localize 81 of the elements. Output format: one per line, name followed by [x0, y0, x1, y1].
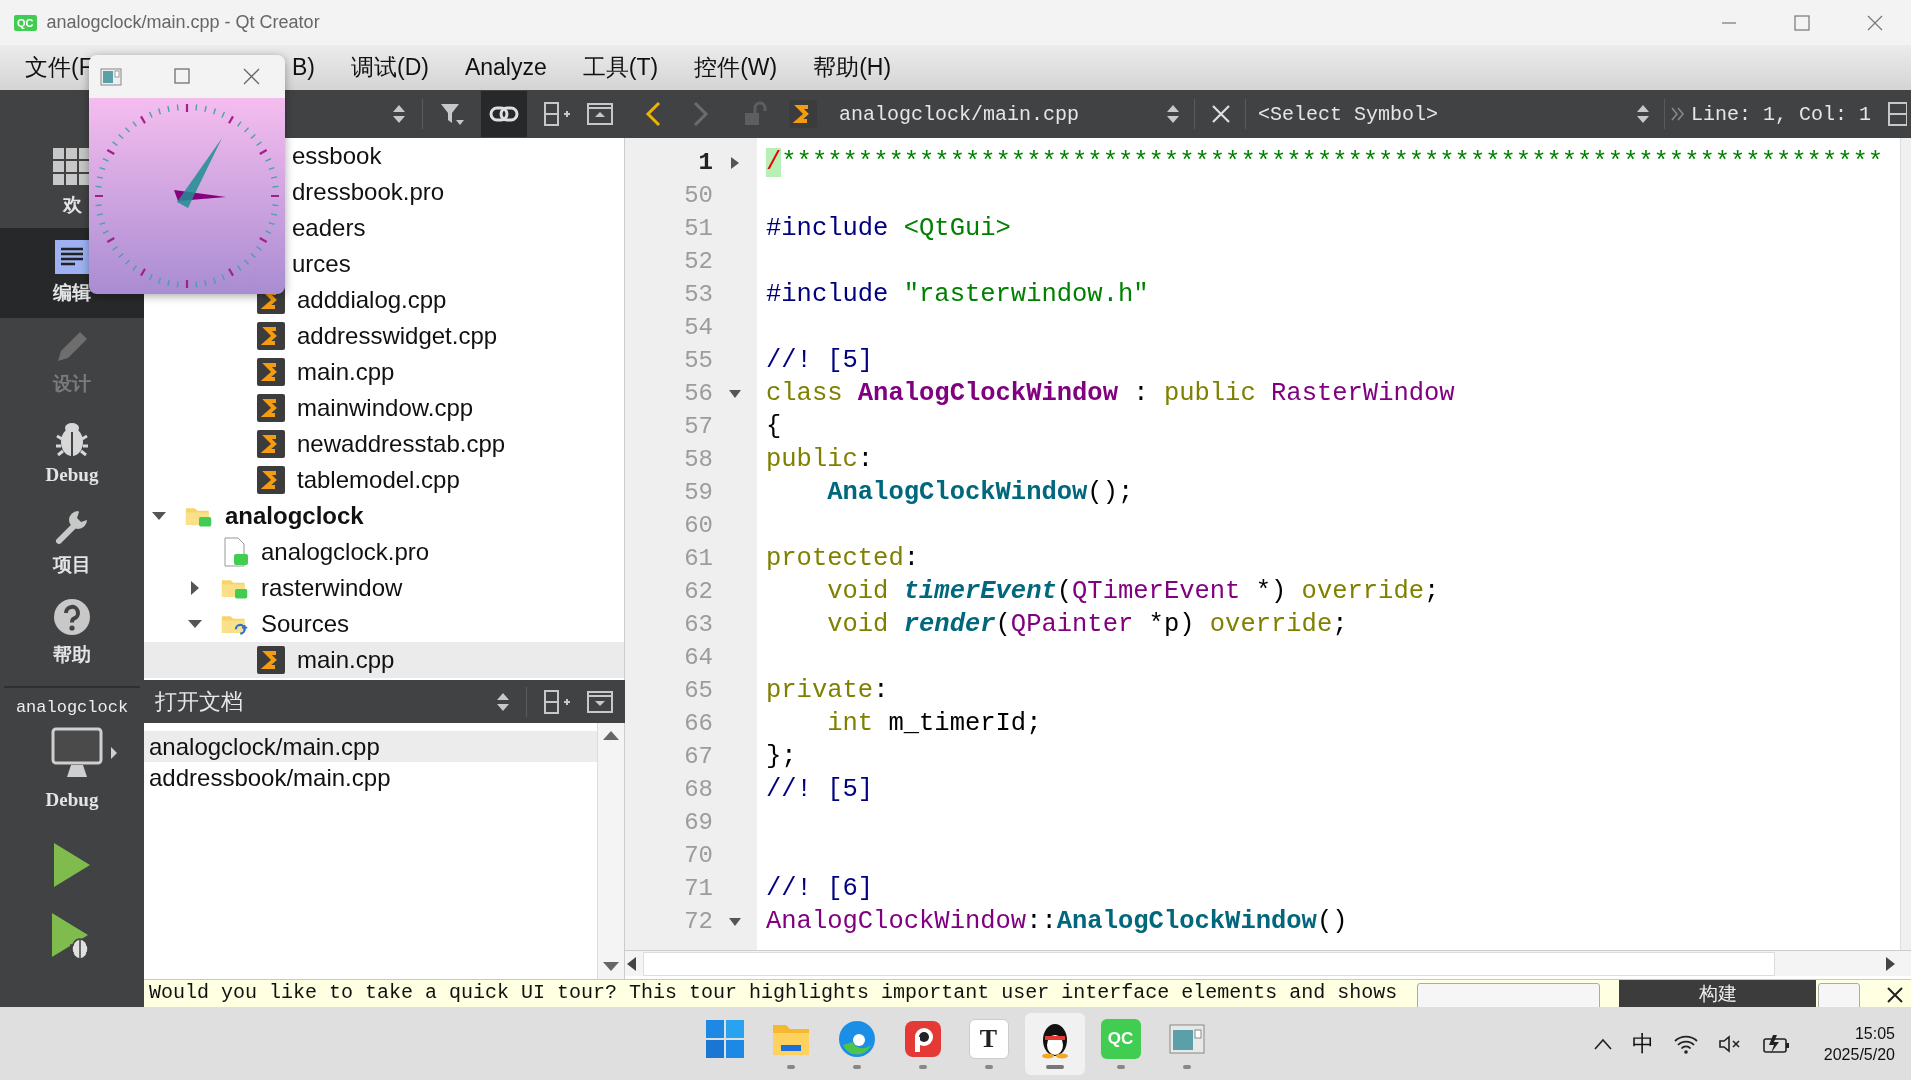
line-number: 64 — [683, 644, 713, 671]
code-line: AnalogClockWindow::AnalogClockWindow() — [766, 907, 1348, 936]
tree-item[interactable]: addresswidget.cpp — [144, 318, 624, 354]
tree-item[interactable]: dressbook.pro — [292, 178, 445, 206]
code-line: private: — [766, 676, 889, 705]
line-number: 51 — [683, 215, 713, 242]
cursor-position: Line: 1, Col: 1 — [1691, 102, 1872, 126]
tree-item[interactable]: analogclock.pro — [144, 534, 624, 570]
build-config-label: Debug — [44, 789, 100, 811]
code-line: /************************************************************************ — [766, 148, 1884, 177]
code-line: void render(QPainter *p) override; — [826, 610, 1348, 639]
line-number: 53 — [683, 281, 713, 308]
menu-item[interactable]: 帮助(H) — [813, 52, 892, 83]
code-line: class AnalogClockWindow : public RasterWindow — [766, 379, 1455, 408]
clock-date[interactable]: 2025/5/20 — [1823, 1043, 1895, 1065]
project-name: analogclock — [14, 698, 130, 717]
tree-item[interactable]: newaddresstab.cpp — [144, 426, 624, 462]
menu-item[interactable]: 工具(T) — [582, 52, 659, 83]
code-line: AnalogClockWindow(); — [826, 478, 1134, 507]
code-line: //! [5] — [766, 346, 874, 375]
code-line: #include "rasterwindow.h" — [766, 280, 1149, 309]
tree-item[interactable]: tablemodel.cpp — [144, 462, 624, 498]
file-selector[interactable]: analogclock/main.cpp — [839, 102, 1194, 126]
tree-item[interactable]: analogclock — [144, 498, 624, 534]
taskbar-button[interactable]: T — [958, 1012, 1019, 1075]
mode-tab[interactable]: Debug — [0, 408, 144, 498]
line-number: 57 — [683, 413, 713, 440]
tree-item[interactable]: main.cpp — [144, 354, 624, 390]
line-number: 63 — [683, 611, 713, 638]
mode-tab[interactable]: 项目 — [0, 498, 144, 588]
line-number: 62 — [683, 578, 713, 605]
line-number: 68 — [683, 776, 713, 803]
tree-item[interactable]: essbook — [292, 142, 382, 170]
clock-time[interactable]: 15:05 — [1854, 1022, 1895, 1044]
tree-item[interactable]: Sources — [144, 606, 624, 642]
tree-item[interactable]: mainwindow.cpp — [144, 390, 624, 426]
line-number: 59 — [683, 479, 713, 506]
tooltip: 构建 — [1619, 980, 1816, 1007]
app-logo: QC — [14, 14, 37, 31]
code-line: #include <QtGui> — [766, 214, 1011, 243]
line-number: 61 — [683, 545, 713, 572]
line-number: 1 — [697, 149, 713, 176]
line-number: 56 — [683, 380, 713, 407]
line-number: 66 — [683, 710, 713, 737]
tour-message: Would you like to take a quick UI tour? This tour highlights important user interface elements and shows — [148, 980, 1398, 1006]
code-line: protected: — [766, 544, 920, 573]
tree-item[interactable]: rasterwindow — [144, 570, 624, 606]
code-line: //! [5] — [766, 775, 874, 804]
document-item[interactable]: analogclock/main.cpp — [144, 731, 597, 762]
code-line: { — [766, 412, 782, 441]
line-number: 71 — [683, 875, 713, 902]
line-number: 52 — [683, 248, 713, 275]
menu-item[interactable]: 调试(D) — [351, 52, 429, 83]
code-line: public: — [766, 445, 874, 474]
panel-title: 打开文档 — [155, 687, 244, 716]
menu-item[interactable]: Analyze — [464, 54, 547, 81]
symbol-selector[interactable]: <Select Symbol> — [1258, 102, 1654, 126]
code-line: //! [6] — [766, 874, 874, 903]
window-title: analogclock/main.cpp - Qt Creator — [46, 12, 321, 33]
line-number: 60 — [683, 512, 713, 539]
line-number: 69 — [683, 809, 713, 836]
mode-tab[interactable]: 帮助 — [0, 588, 144, 678]
code-line: int m_timerId; — [826, 709, 1042, 738]
tree-item[interactable]: main.cpp — [144, 642, 624, 678]
tree-item[interactable]: urces — [292, 250, 351, 278]
menu-item[interactable]: B) — [292, 54, 315, 81]
input-method-indicator[interactable]: 中 — [1631, 1028, 1654, 1059]
line-number: 55 — [683, 347, 713, 374]
line-number: 65 — [683, 677, 713, 704]
line-number: 58 — [683, 446, 713, 473]
menu-item[interactable]: 控件(W) — [694, 52, 778, 83]
code-line: void timerEvent(QTimerEvent *) override; — [826, 577, 1440, 606]
tree-item[interactable]: eaders — [292, 214, 366, 242]
mode-tab[interactable]: 欢 — [0, 138, 144, 228]
line-number: 54 — [683, 314, 713, 341]
line-number: 70 — [683, 842, 713, 869]
line-number: 50 — [683, 182, 713, 209]
line-number: 67 — [683, 743, 713, 770]
line-number: 72 — [683, 908, 713, 935]
document-item[interactable]: addressbook/main.cpp — [144, 762, 597, 793]
code-line: }; — [766, 742, 797, 771]
